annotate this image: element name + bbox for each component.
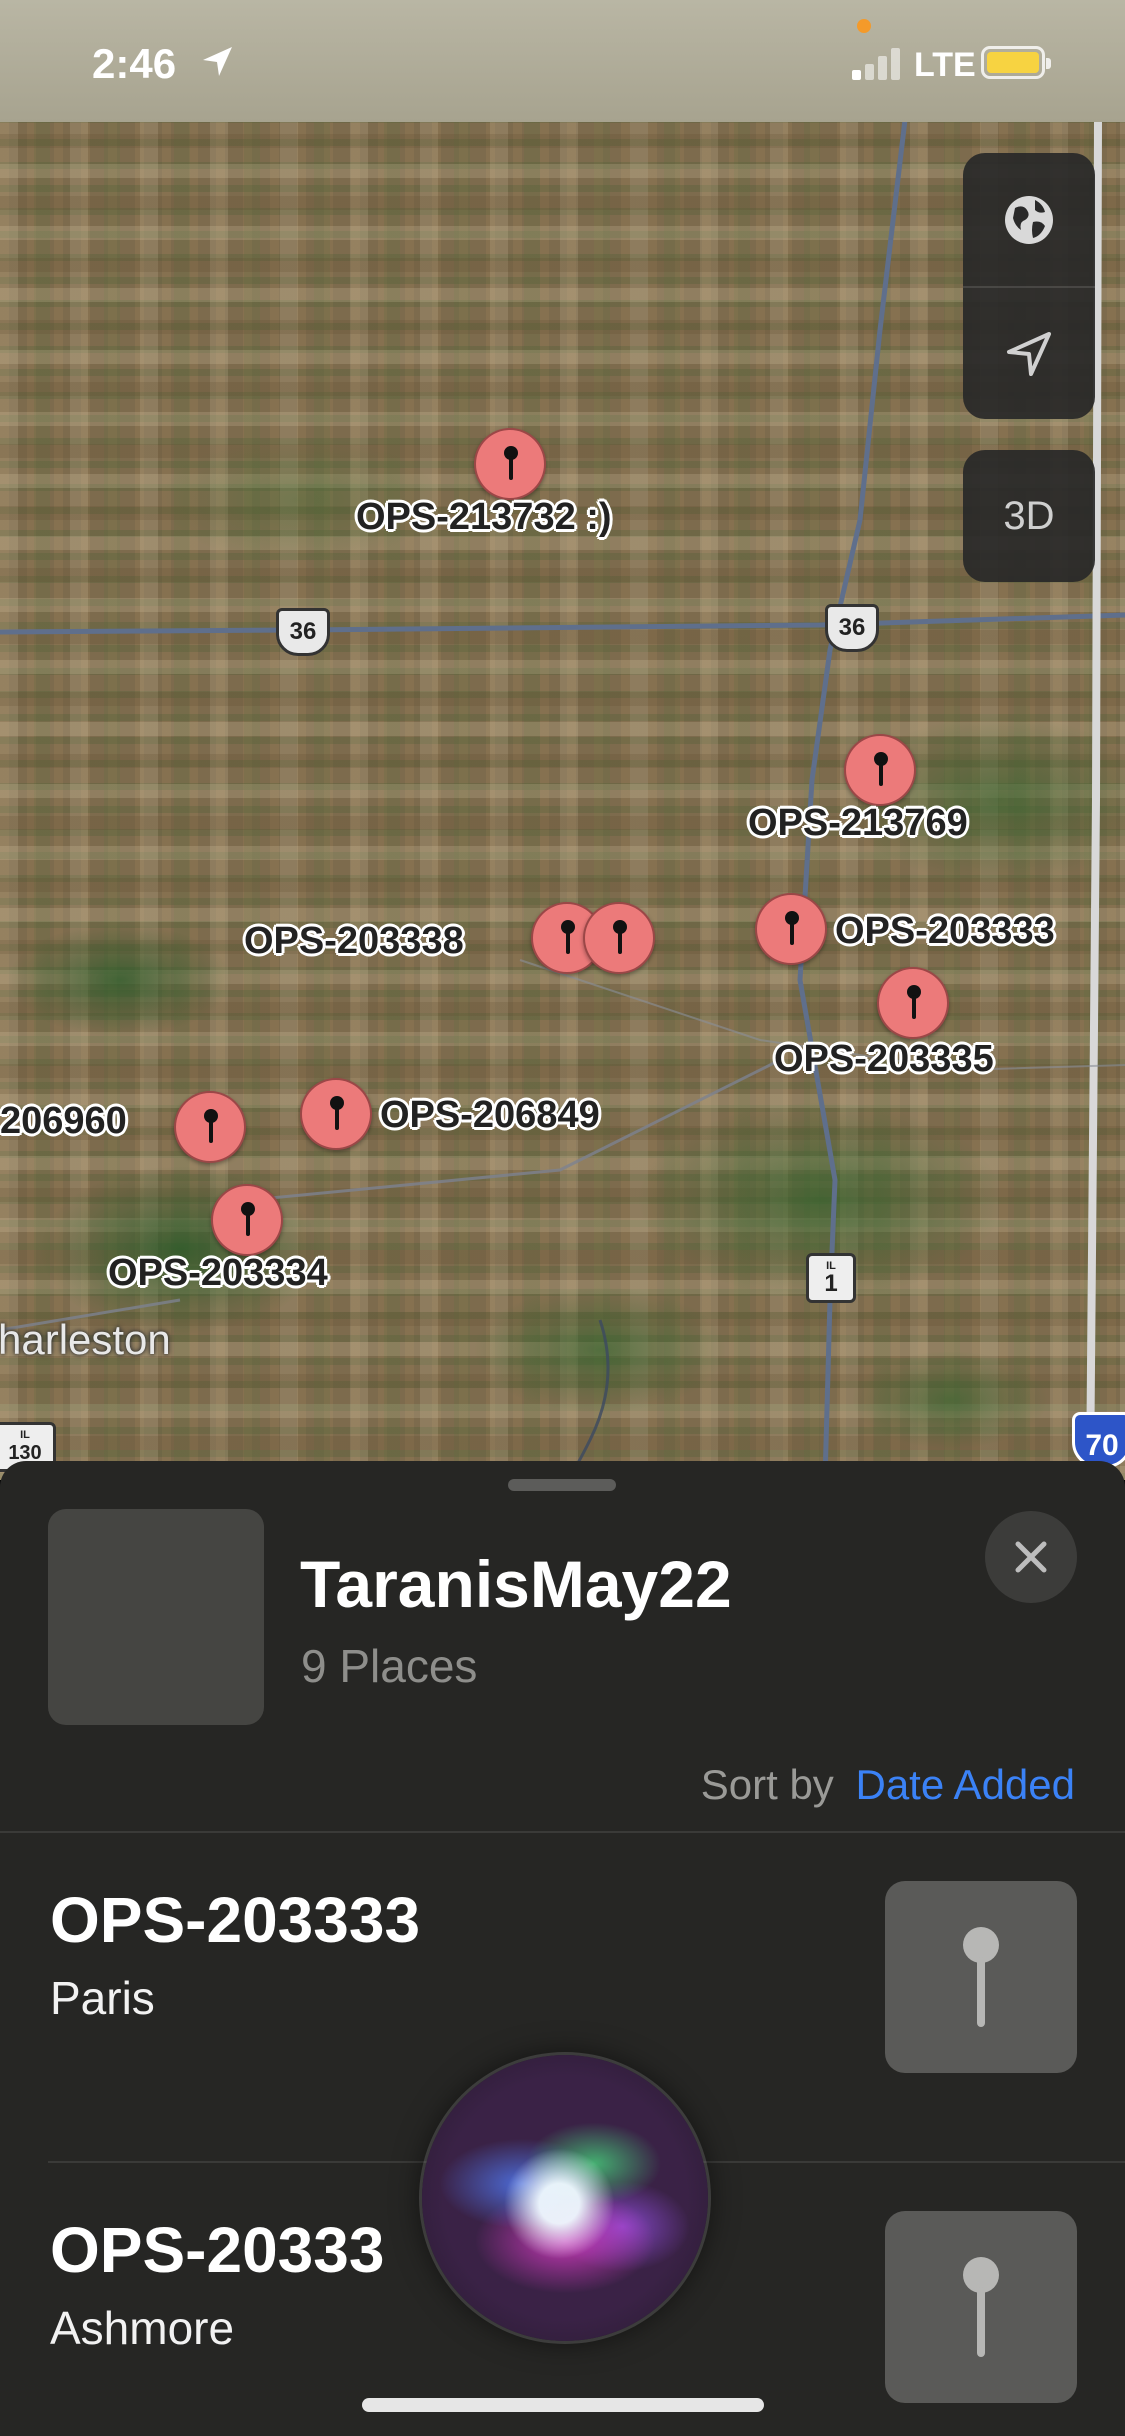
route-shield-us-36: 36 [825, 604, 879, 652]
map-pin[interactable] [474, 428, 546, 500]
map-controls [963, 153, 1095, 419]
network-type: LTE [914, 46, 976, 84]
sort-row: Sort by Date Added [701, 1761, 1075, 1809]
location-arrow-icon [1007, 331, 1051, 376]
map-pin[interactable] [844, 734, 916, 806]
map-pin[interactable] [583, 902, 655, 974]
pin-label[interactable]: OPS-203335 [774, 1038, 994, 1081]
cellular-signal-icon [852, 46, 904, 80]
place-name: OPS-203333 [50, 1884, 421, 1956]
pin-icon [963, 2257, 999, 2357]
globe-icon [1005, 195, 1053, 244]
battery-icon [981, 46, 1051, 79]
route-shield-i-70: 70 [1072, 1412, 1125, 1468]
status-bar: 2:46 LTE [0, 0, 1125, 122]
pin-label[interactable]: OPS-206849 [380, 1094, 600, 1137]
pin-label[interactable]: OPS-203333 [835, 910, 1055, 953]
pin-label[interactable]: OPS-213769 [748, 802, 968, 845]
city-label: harleston [0, 1316, 171, 1363]
close-icon [1015, 1541, 1047, 1573]
map-pin[interactable] [300, 1078, 372, 1150]
map-type-button[interactable] [963, 153, 1095, 286]
sort-option-button[interactable]: Date Added [855, 1761, 1075, 1808]
route-shield-us-36: 36 [276, 608, 330, 656]
siri-orb[interactable] [422, 2055, 708, 2341]
sheet-grabber[interactable] [508, 1479, 616, 1491]
pin-icon [963, 1927, 999, 2027]
place-name: OPS-20333 [50, 2214, 385, 2286]
place-location: Paris [50, 1972, 155, 2024]
place-thumbnail [885, 2211, 1077, 2403]
map-pin[interactable] [755, 893, 827, 965]
place-location: Ashmore [50, 2302, 235, 2354]
home-indicator[interactable] [362, 2398, 764, 2412]
privacy-indicator-dot [857, 19, 871, 33]
pin-label[interactable]: OPS-203338 [244, 920, 464, 963]
close-button[interactable] [985, 1511, 1077, 1603]
pin-label[interactable]: OPS-213732 :) [356, 496, 612, 539]
place-thumbnail [885, 1881, 1077, 2073]
map-pin[interactable] [211, 1184, 283, 1256]
guide-place-count: 9 Places [301, 1640, 478, 1692]
guide-thumbnail [48, 1509, 264, 1725]
sort-label: Sort by [700, 1761, 834, 1808]
location-services-icon [203, 47, 232, 76]
pin-label[interactable]: OPS-203334 [108, 1252, 328, 1295]
pin-label[interactable]: 206960 [0, 1100, 127, 1143]
map-view[interactable]: 36 36 IL 1 IL 130 70 harleston OPS-213732 … [0, 0, 1125, 1480]
status-time: 2:46 [92, 40, 177, 87]
map-pin[interactable] [877, 967, 949, 1039]
map-pin[interactable] [174, 1091, 246, 1163]
three-d-button[interactable]: 3D [963, 450, 1095, 582]
guide-title: TaranisMay22 [300, 1547, 732, 1621]
route-shield-il-1: IL 1 [806, 1253, 856, 1303]
track-location-button[interactable] [963, 286, 1095, 419]
